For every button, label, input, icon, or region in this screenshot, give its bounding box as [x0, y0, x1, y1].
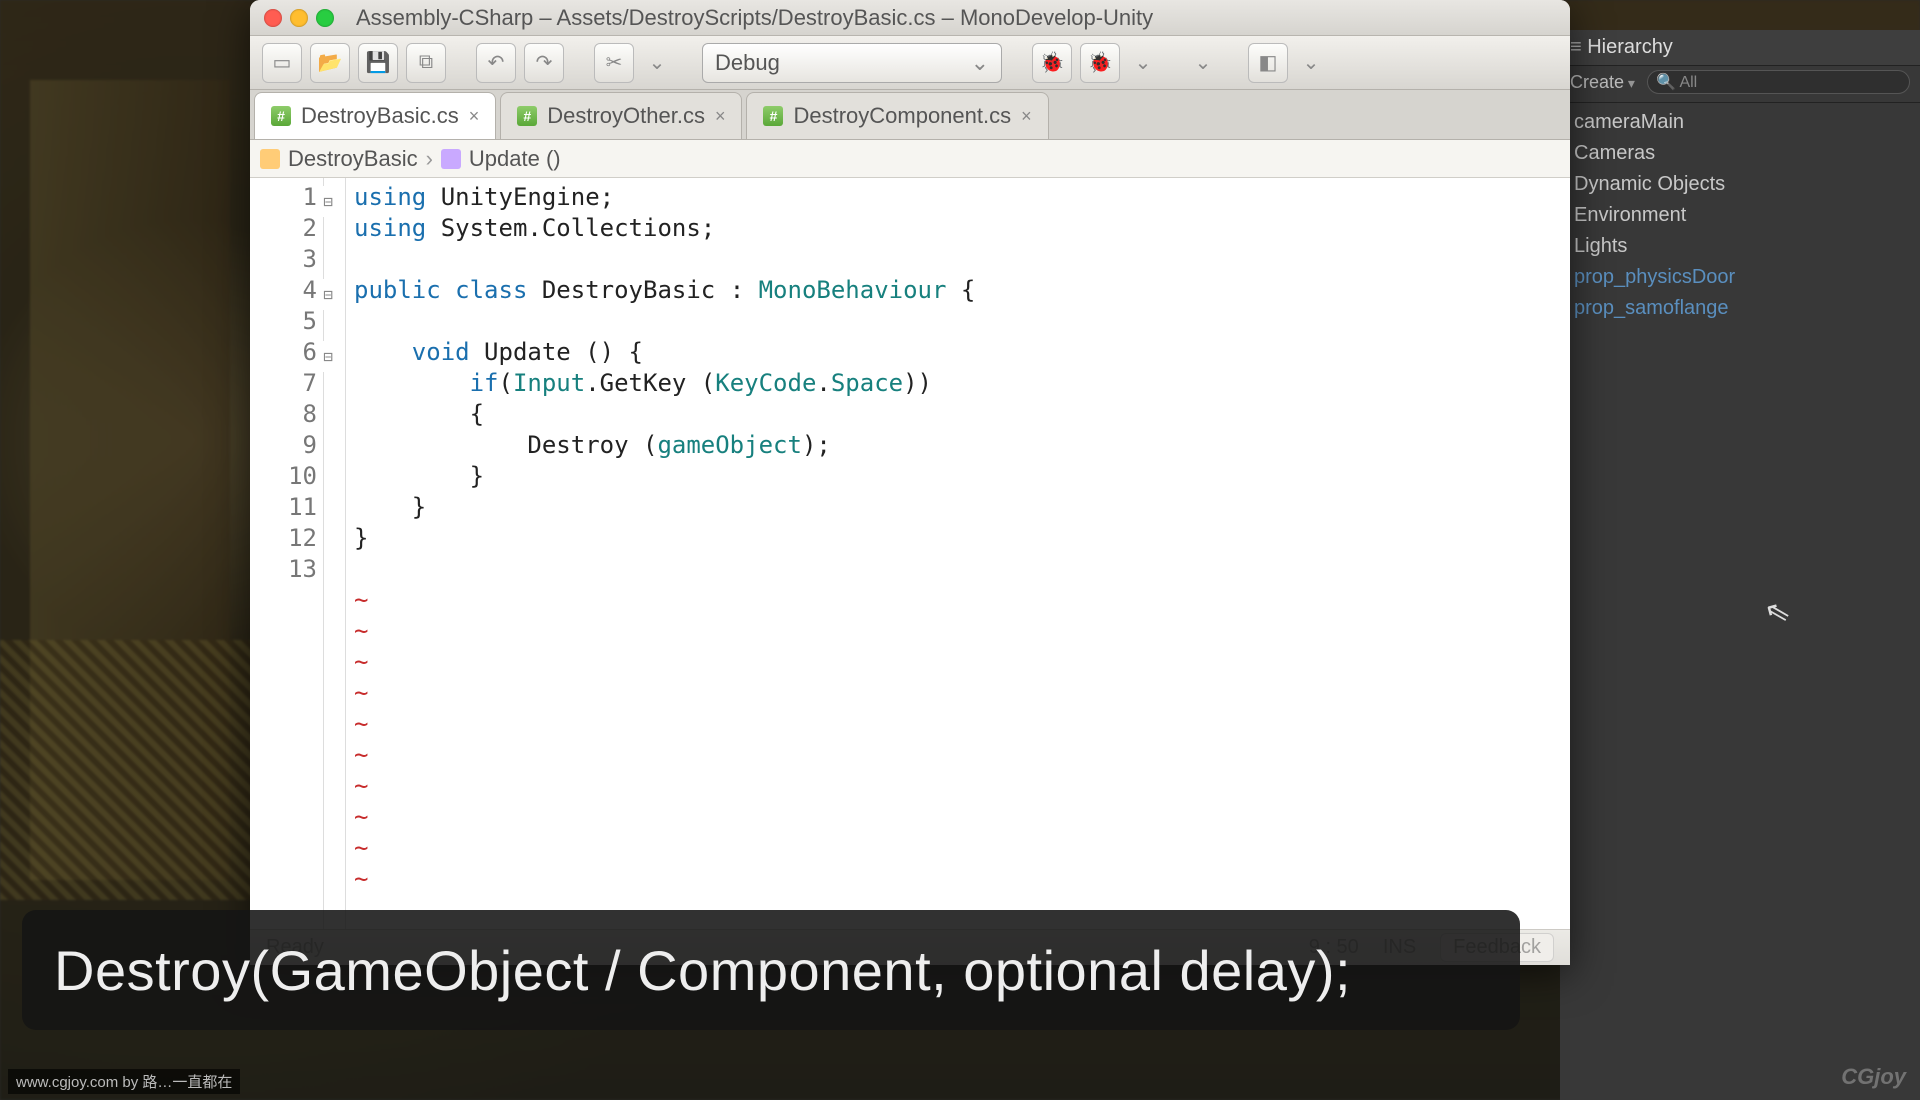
- chevron-down-icon[interactable]: ⌄: [1296, 43, 1326, 83]
- save-all-button[interactable]: ⧉: [406, 43, 446, 83]
- save-button[interactable]: 💾: [358, 43, 398, 83]
- hierarchy-list: cameraMain Cameras Dynamic Objects Envir…: [1560, 103, 1920, 328]
- configuration-dropdown[interactable]: Debug ⌄: [702, 43, 1002, 83]
- credit-text: www.cgjoy.com by 路…一直都在: [8, 1069, 240, 1094]
- hierarchy-item[interactable]: cameraMain: [1560, 107, 1920, 138]
- open-button[interactable]: 📂: [310, 43, 350, 83]
- create-dropdown[interactable]: Create: [1570, 72, 1635, 93]
- method-icon: [441, 149, 461, 169]
- redo-button[interactable]: ↷: [524, 43, 564, 83]
- caption-overlay: Destroy(GameObject / Component, optional…: [22, 910, 1520, 1030]
- main-toolbar: ▭ 📂 💾 ⧉ ↶ ↷ ✂ ⌄ Debug ⌄ 🐞 🐞 ⌄ ⌄ ◧ ⌄: [250, 36, 1570, 90]
- breadcrumb-class: DestroyBasic: [288, 146, 418, 172]
- panel-toggle-button[interactable]: ◧: [1248, 43, 1288, 83]
- debug-run-button[interactable]: 🐞: [1080, 43, 1120, 83]
- hierarchy-item[interactable]: Lights: [1560, 231, 1920, 262]
- hierarchy-item[interactable]: prop_samoflange: [1560, 293, 1920, 324]
- tab-destroybasic[interactable]: DestroyBasic.cs ×: [254, 92, 496, 139]
- tab-close-icon[interactable]: ×: [715, 106, 726, 127]
- chevron-down-icon: ⌄: [971, 50, 989, 76]
- hierarchy-header: Hierarchy: [1560, 30, 1920, 66]
- code-editor[interactable]: 1 2 3 4 5 6 7 8 9 10 11 12 13 using Unit…: [250, 178, 1570, 929]
- tab-label: DestroyComponent.cs: [793, 103, 1011, 129]
- window-titlebar[interactable]: Assembly-CSharp – Assets/DestroyScripts/…: [250, 0, 1570, 36]
- debug-attach-button[interactable]: 🐞: [1032, 43, 1072, 83]
- csharp-file-icon: [271, 106, 291, 126]
- chevron-right-icon: ›: [426, 146, 433, 172]
- tab-close-icon[interactable]: ×: [1021, 106, 1032, 127]
- tab-label: DestroyBasic.cs: [301, 103, 459, 129]
- code-content[interactable]: using UnityEngine; using System.Collecti…: [346, 178, 1570, 929]
- breadcrumb[interactable]: DestroyBasic › Update (): [250, 140, 1570, 178]
- chevron-down-icon[interactable]: ⌄: [642, 43, 672, 83]
- chevron-down-icon[interactable]: ⌄: [1128, 43, 1158, 83]
- cut-button[interactable]: ✂: [594, 43, 634, 83]
- tab-destroycomponent[interactable]: DestroyComponent.cs ×: [746, 92, 1048, 139]
- chevron-down-icon[interactable]: ⌄: [1188, 43, 1218, 83]
- monodevelop-window: Assembly-CSharp – Assets/DestroyScripts/…: [250, 0, 1570, 965]
- document-tabs: DestroyBasic.cs × DestroyOther.cs × Dest…: [250, 90, 1570, 140]
- hierarchy-item[interactable]: Cameras: [1560, 138, 1920, 169]
- close-icon[interactable]: [264, 9, 282, 27]
- caption-text: Destroy(GameObject / Component, optional…: [54, 938, 1351, 1003]
- configuration-label: Debug: [715, 50, 780, 76]
- hierarchy-search-input[interactable]: 🔍 All: [1647, 70, 1910, 94]
- hierarchy-search-placeholder: All: [1679, 74, 1697, 91]
- minimize-icon[interactable]: [290, 9, 308, 27]
- watermark-logo: CGjoy: [1841, 1064, 1906, 1090]
- breadcrumb-member: Update (): [469, 146, 561, 172]
- zoom-icon[interactable]: [316, 9, 334, 27]
- new-file-button[interactable]: ▭: [262, 43, 302, 83]
- hierarchy-title: Hierarchy: [1570, 36, 1673, 59]
- tab-destroyother[interactable]: DestroyOther.cs ×: [500, 92, 742, 139]
- line-number-gutter: 1 2 3 4 5 6 7 8 9 10 11 12 13: [250, 178, 324, 929]
- hierarchy-item[interactable]: Dynamic Objects: [1560, 169, 1920, 200]
- undo-button[interactable]: ↶: [476, 43, 516, 83]
- tab-label: DestroyOther.cs: [547, 103, 705, 129]
- hierarchy-panel: Hierarchy Create 🔍 All cameraMain Camera…: [1560, 30, 1920, 1100]
- hierarchy-item[interactable]: Environment: [1560, 200, 1920, 231]
- tab-close-icon[interactable]: ×: [469, 106, 480, 127]
- window-title: Assembly-CSharp – Assets/DestroyScripts/…: [344, 5, 1556, 31]
- traffic-lights: [264, 9, 334, 27]
- class-icon: [260, 149, 280, 169]
- hierarchy-toolbar: Create 🔍 All: [1560, 66, 1920, 103]
- csharp-file-icon: [517, 106, 537, 126]
- hierarchy-item[interactable]: prop_physicsDoor: [1560, 262, 1920, 293]
- csharp-file-icon: [763, 106, 783, 126]
